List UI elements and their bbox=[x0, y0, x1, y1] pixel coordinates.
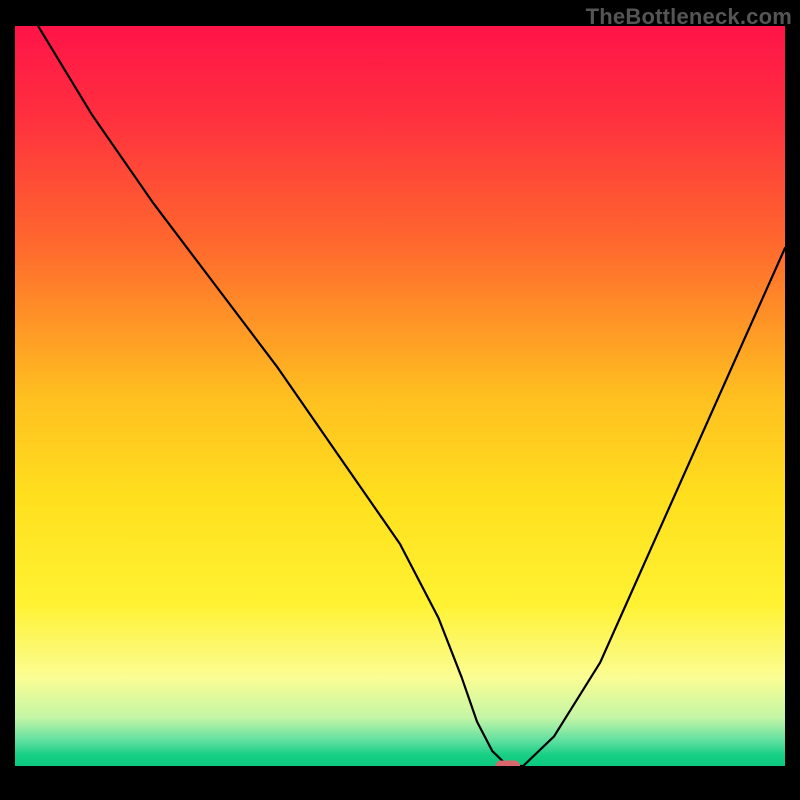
gradient-background bbox=[15, 26, 785, 766]
watermark-text: TheBottleneck.com bbox=[586, 4, 792, 30]
optimal-marker bbox=[496, 761, 521, 767]
plot-area bbox=[15, 26, 785, 766]
chart-container: TheBottleneck.com bbox=[0, 0, 800, 800]
chart-svg bbox=[15, 26, 785, 766]
